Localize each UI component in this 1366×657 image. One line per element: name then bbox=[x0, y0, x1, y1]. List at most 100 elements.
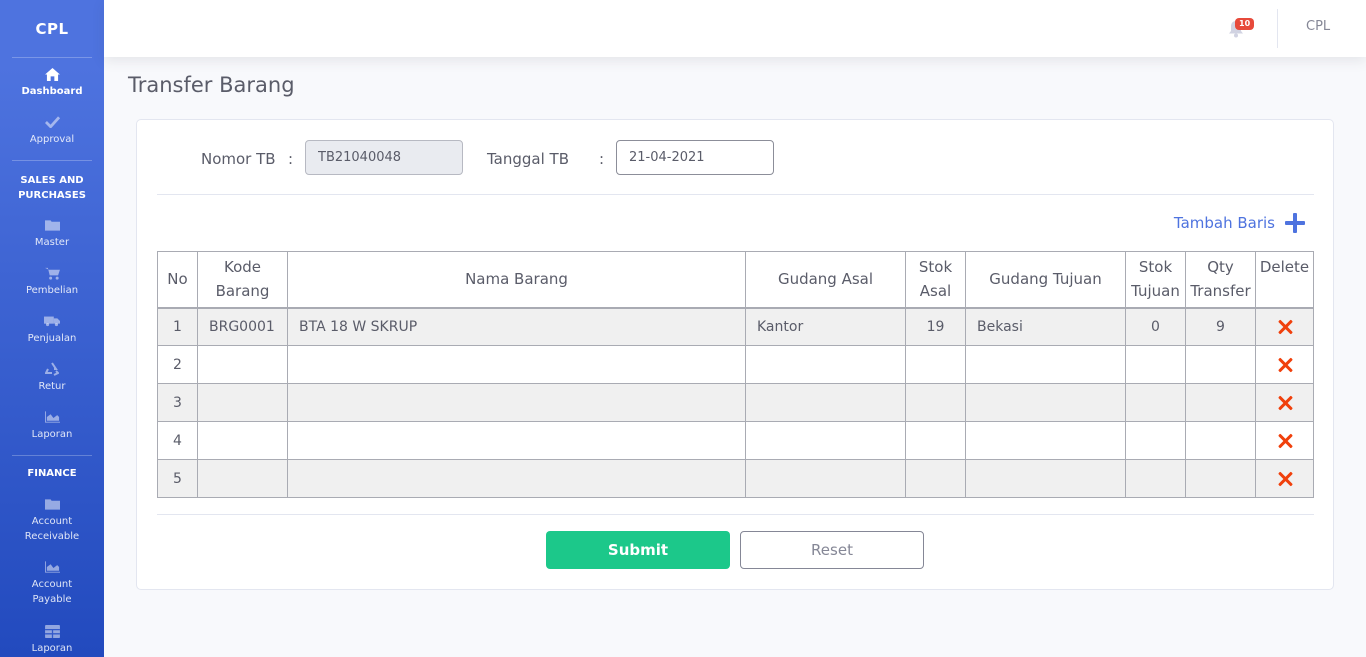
delete-icon[interactable] bbox=[1278, 320, 1292, 334]
stok-tujuan-cell bbox=[1125, 383, 1186, 422]
delete-icon[interactable] bbox=[1278, 396, 1292, 410]
gudang-asal-cell[interactable] bbox=[745, 421, 906, 460]
sidebar-item-label: Penjualan bbox=[27, 333, 77, 344]
reset-button[interactable]: Reset bbox=[740, 531, 924, 569]
sidebar-item-account-payable[interactable]: Account Payable bbox=[0, 552, 104, 615]
column-header: No bbox=[157, 251, 198, 309]
table-row: 3 bbox=[157, 383, 1314, 422]
gudang-tujuan-cell[interactable] bbox=[965, 383, 1126, 422]
qty-transfer-cell[interactable]: 9 bbox=[1185, 307, 1256, 346]
truck-icon bbox=[44, 314, 60, 328]
user-menu[interactable]: CPL bbox=[1306, 19, 1330, 34]
delete-cell bbox=[1255, 383, 1314, 422]
sidebar-item-laporan[interactable]: Laporan bbox=[0, 401, 104, 449]
delete-icon[interactable] bbox=[1278, 434, 1292, 448]
sidebar: CPL Dashboard Approval SALES AND PURCHAS… bbox=[0, 0, 104, 657]
plus-icon bbox=[1285, 213, 1305, 233]
table-icon bbox=[44, 624, 60, 638]
sidebar-item-label: Dashboard bbox=[21, 86, 83, 97]
table-row: 2 bbox=[157, 345, 1314, 384]
gudang-tujuan-cell[interactable]: Bekasi bbox=[965, 307, 1126, 346]
column-header: Gudang Asal bbox=[745, 251, 906, 309]
sidebar-item-approval[interactable]: Approval bbox=[0, 106, 104, 154]
table-header-row: No Kode Barang Nama Barang Gudang Asal S… bbox=[157, 251, 1314, 309]
table-row: 4 bbox=[157, 421, 1314, 460]
stok-asal-cell bbox=[905, 383, 966, 422]
sidebar-item-dashboard[interactable]: Dashboard bbox=[0, 58, 104, 106]
table-row: 5 bbox=[157, 459, 1314, 498]
kode-barang-cell[interactable] bbox=[197, 383, 288, 422]
add-row-button[interactable]: Tambah Baris bbox=[1174, 213, 1305, 233]
transfer-form-card: Nomor TB : Tanggal TB : Tambah Baris No … bbox=[136, 119, 1334, 590]
row-number: 2 bbox=[157, 345, 198, 384]
row-number: 1 bbox=[157, 307, 198, 346]
sidebar-item-penjualan[interactable]: Penjualan bbox=[0, 305, 104, 353]
sidebar-item-label: Approval bbox=[29, 134, 75, 145]
column-header: Qty Transfer bbox=[1185, 251, 1256, 309]
brand-logo[interactable]: CPL bbox=[0, 0, 104, 57]
nomor-tb-label: Nomor TB bbox=[201, 150, 276, 168]
folder-icon bbox=[44, 218, 60, 232]
nomor-tb-input[interactable] bbox=[305, 140, 463, 175]
gudang-asal-cell[interactable] bbox=[745, 459, 906, 498]
sidebar-item-pembelian[interactable]: Pembelian bbox=[0, 257, 104, 305]
gudang-asal-cell[interactable] bbox=[745, 383, 906, 422]
sidebar-item-label: Pembelian bbox=[25, 285, 79, 296]
sidebar-item-label: Account Payable bbox=[31, 579, 73, 605]
row-number: 5 bbox=[157, 459, 198, 498]
gudang-tujuan-cell[interactable] bbox=[965, 421, 1126, 460]
tanggal-tb-label: Tanggal TB bbox=[487, 150, 570, 168]
delete-cell bbox=[1255, 459, 1314, 498]
submit-button[interactable]: Submit bbox=[546, 531, 730, 569]
topbar: 10 CPL bbox=[104, 0, 1366, 57]
stok-asal-cell bbox=[905, 459, 966, 498]
qty-transfer-cell[interactable] bbox=[1185, 421, 1256, 460]
nama-barang-cell[interactable] bbox=[287, 383, 746, 422]
delete-cell bbox=[1255, 307, 1314, 346]
sidebar-item-master[interactable]: Master bbox=[0, 209, 104, 257]
sidebar-item-retur[interactable]: Retur bbox=[0, 353, 104, 401]
home-icon bbox=[44, 67, 60, 81]
kode-barang-cell[interactable]: BRG0001 bbox=[197, 307, 288, 346]
transfer-items-table: No Kode Barang Nama Barang Gudang Asal S… bbox=[157, 251, 1314, 498]
sidebar-heading-finance: FINANCE bbox=[27, 468, 77, 479]
gudang-tujuan-cell[interactable] bbox=[965, 345, 1126, 384]
nama-barang-cell[interactable] bbox=[287, 421, 746, 460]
sidebar-item-account-receivable[interactable]: Account Receivable bbox=[0, 489, 104, 552]
gudang-asal-cell[interactable] bbox=[745, 345, 906, 384]
sidebar-heading-sales: SALES AND PURCHASES bbox=[18, 175, 86, 201]
form-divider bbox=[157, 194, 1314, 195]
kode-barang-cell[interactable] bbox=[197, 421, 288, 460]
stok-asal-cell bbox=[905, 421, 966, 460]
column-header: Stok Asal bbox=[905, 251, 966, 309]
sidebar-item-finance-laporan[interactable]: Laporan bbox=[0, 615, 104, 657]
stok-tujuan-cell: 0 bbox=[1125, 307, 1186, 346]
column-header: Stok Tujuan bbox=[1125, 251, 1186, 309]
add-row-label: Tambah Baris bbox=[1173, 214, 1275, 232]
nama-barang-cell[interactable] bbox=[287, 459, 746, 498]
delete-icon[interactable] bbox=[1278, 358, 1292, 372]
column-header: Kode Barang bbox=[197, 251, 288, 309]
stok-tujuan-cell bbox=[1125, 459, 1186, 498]
nama-barang-cell[interactable] bbox=[287, 345, 746, 384]
qty-transfer-cell[interactable] bbox=[1185, 345, 1256, 384]
cart-icon bbox=[44, 266, 60, 280]
sidebar-item-label: Retur bbox=[38, 381, 66, 392]
chart-area-icon bbox=[44, 560, 60, 574]
column-header: Delete bbox=[1255, 251, 1314, 309]
kode-barang-cell[interactable] bbox=[197, 345, 288, 384]
gudang-tujuan-cell[interactable] bbox=[965, 459, 1126, 498]
stok-asal-cell: 19 bbox=[905, 307, 966, 346]
delete-cell bbox=[1255, 345, 1314, 384]
stok-tujuan-cell bbox=[1125, 345, 1186, 384]
tanggal-tb-input[interactable] bbox=[616, 140, 774, 175]
nama-barang-cell[interactable]: BTA 18 W SKRUP bbox=[287, 307, 746, 346]
delete-icon[interactable] bbox=[1278, 472, 1292, 486]
qty-transfer-cell[interactable] bbox=[1185, 383, 1256, 422]
kode-barang-cell[interactable] bbox=[197, 459, 288, 498]
gudang-asal-cell[interactable]: Kantor bbox=[745, 307, 906, 346]
table-row: 1 BRG0001 BTA 18 W SKRUP Kantor 19 Bekas… bbox=[157, 307, 1314, 346]
qty-transfer-cell[interactable] bbox=[1185, 459, 1256, 498]
nomor-tb-colon: : bbox=[288, 150, 294, 168]
sidebar-item-label: Laporan bbox=[31, 429, 73, 440]
